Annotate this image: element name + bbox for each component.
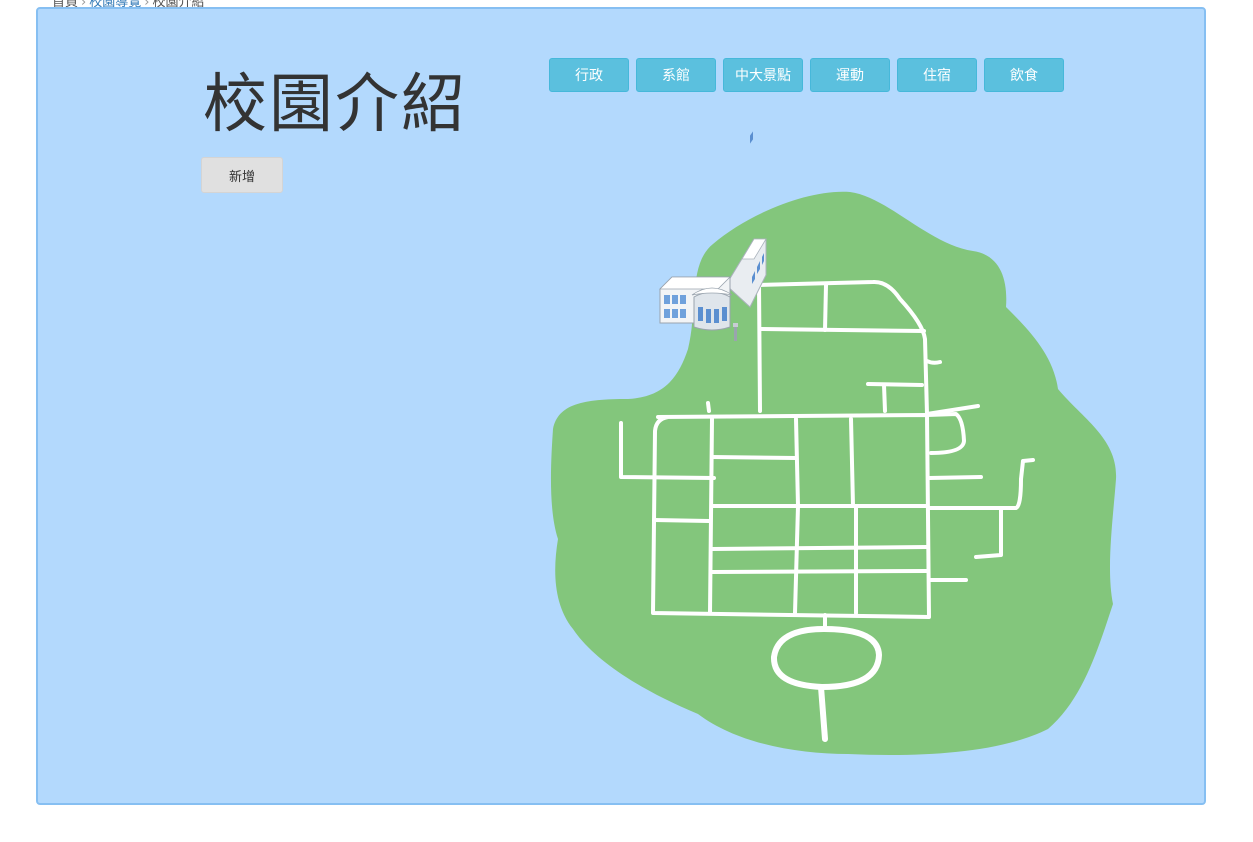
road — [706, 401, 711, 413]
road — [882, 383, 887, 413]
road — [823, 283, 828, 332]
campus-map[interactable] — [38, 9, 1204, 803]
road — [710, 545, 929, 551]
road — [652, 518, 711, 523]
road — [849, 417, 855, 508]
road — [925, 359, 942, 365]
campus-panel: 校園介紹 新增 行政 系館 中大景點 運動 住宿 飲食 — [36, 7, 1206, 805]
road — [866, 382, 924, 387]
road — [758, 327, 926, 333]
road — [710, 569, 929, 574]
road — [794, 417, 800, 508]
road — [927, 475, 983, 480]
road — [708, 417, 714, 615]
road — [710, 455, 798, 460]
road — [818, 684, 828, 742]
campus-island — [550, 191, 1117, 755]
